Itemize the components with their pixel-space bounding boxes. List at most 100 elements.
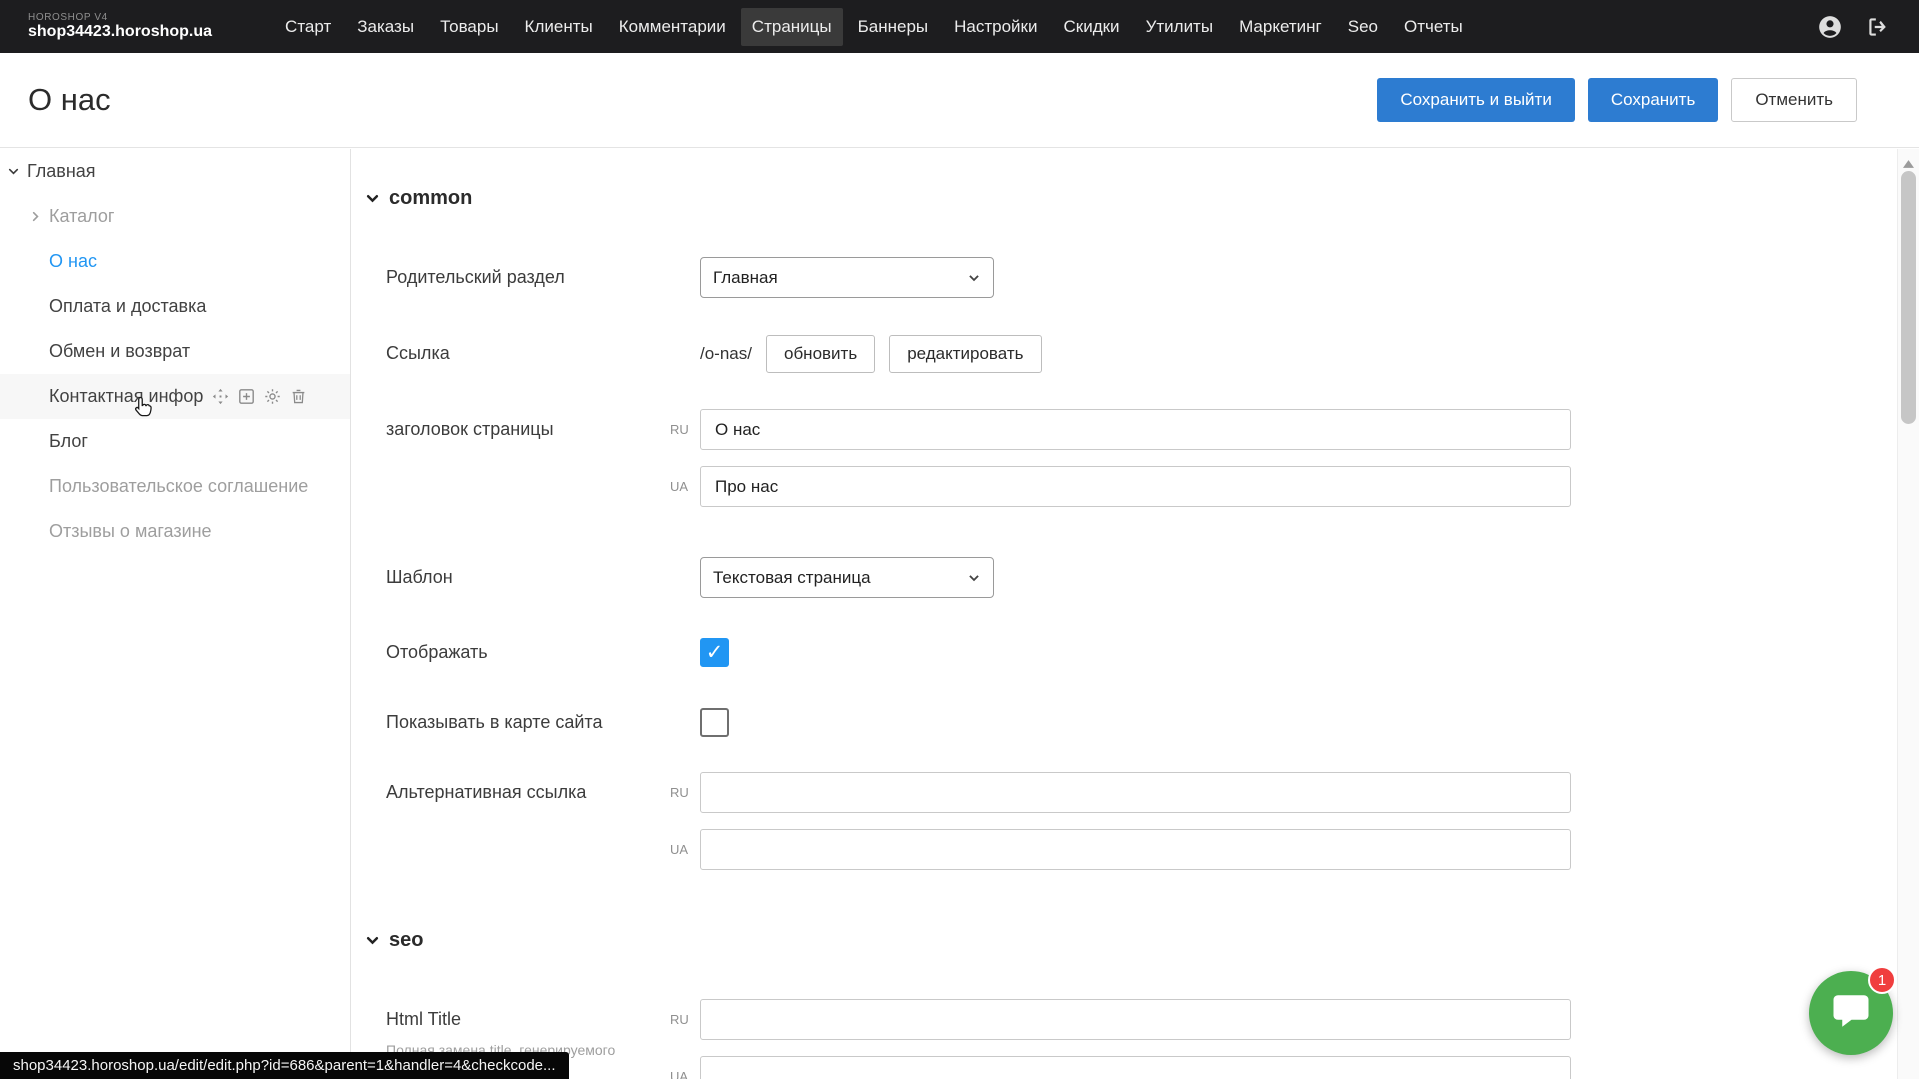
section-common-label: common: [389, 187, 472, 210]
page-title-ua-input[interactable]: [700, 466, 1571, 507]
template-label: Шаблон: [386, 557, 700, 598]
chevron-down-icon: [967, 571, 981, 585]
display-checkbox[interactable]: ✓: [700, 638, 729, 667]
sidebar-item-obmen-vozvrat[interactable]: Обмен и возврат: [0, 329, 350, 374]
parent-section-select[interactable]: Главная: [700, 257, 994, 298]
vertical-scrollbar[interactable]: [1897, 149, 1919, 1079]
sidebar-item-o-nas[interactable]: О нас: [0, 239, 350, 284]
main-menu: Старт Заказы Товары Клиенты Комментарии …: [274, 8, 1474, 46]
lang-tag-ua: UA: [670, 1056, 700, 1079]
html-title-label: Html Title: [386, 999, 670, 1040]
tree-item-label: Отзывы о магазине: [49, 521, 212, 542]
sitemap-row: Показывать в карте сайта ✓: [386, 707, 1897, 737]
sidebar-item-oplata-dostavka[interactable]: Оплата и доставка: [0, 284, 350, 329]
nav-item-products[interactable]: Товары: [429, 8, 509, 46]
logout-icon[interactable]: [1865, 14, 1891, 40]
lang-tag-ua: UA: [670, 829, 700, 870]
header-actions: Сохранить и выйти Сохранить Отменить: [1377, 78, 1857, 122]
page-title-row: заголовок страницы RU UA: [386, 409, 1897, 507]
brand-domain: shop34423.horoshop.ua: [28, 23, 212, 41]
trash-icon[interactable]: [290, 388, 307, 405]
page-header: О нас Сохранить и выйти Сохранить Отмени…: [0, 53, 1919, 148]
sitemap-label: Показывать в карте сайта: [386, 707, 700, 737]
html-title-ua-input[interactable]: [700, 1056, 1571, 1079]
save-button[interactable]: Сохранить: [1588, 78, 1718, 122]
nav-item-orders[interactable]: Заказы: [346, 8, 425, 46]
nav-item-settings[interactable]: Настройки: [943, 8, 1048, 46]
section-seo[interactable]: seo: [365, 927, 1897, 953]
chat-bubble-icon: [1830, 990, 1872, 1037]
section-common[interactable]: common: [365, 185, 1897, 211]
status-url-text: shop34423.horoshop.ua/edit/edit.php?id=6…: [13, 1057, 556, 1074]
gear-icon[interactable]: [264, 388, 281, 405]
plus-square-icon[interactable]: [238, 388, 255, 405]
html-title-label-block: Html Title Полная замена title, генериру…: [386, 999, 670, 1059]
tree-item-label: Оплата и доставка: [49, 296, 206, 317]
tree-item-label: О нас: [49, 251, 97, 272]
chevron-down-icon: [7, 165, 20, 178]
alt-link-ru-input[interactable]: [700, 772, 1571, 813]
chat-unread-badge: 1: [1868, 966, 1896, 994]
page-edit-form: common Родительский раздел Главная Ссылк…: [352, 149, 1897, 1079]
nav-item-seo[interactable]: Seo: [1337, 8, 1389, 46]
chevron-down-icon: [365, 191, 380, 206]
link-row: Ссылка /o-nas/ обновить редактировать: [386, 333, 1897, 374]
link-refresh-button[interactable]: обновить: [766, 335, 875, 373]
chevron-down-icon: [967, 271, 981, 285]
brand-logo[interactable]: HOROSHOP V4 shop34423.horoshop.ua: [28, 12, 212, 42]
nav-item-start[interactable]: Старт: [274, 8, 342, 46]
alt-link-label: Альтернативная ссылка: [386, 772, 670, 813]
sidebar-item-kontaktnaya-informatsiya[interactable]: Контактная инфор: [0, 374, 350, 419]
tree-item-label: Обмен и возврат: [49, 341, 190, 362]
nav-item-discounts[interactable]: Скидки: [1052, 8, 1130, 46]
tree-item-label: Главная: [27, 161, 96, 182]
nav-item-marketing[interactable]: Маркетинг: [1228, 8, 1333, 46]
sidebar-item-glavnaya[interactable]: Главная: [0, 149, 350, 194]
sidebar-item-katalog[interactable]: Каталог: [0, 194, 350, 239]
html-title-row: Html Title Полная замена title, генериру…: [386, 999, 1897, 1079]
save-and-exit-button[interactable]: Сохранить и выйти: [1377, 78, 1574, 122]
move-icon[interactable]: [212, 388, 229, 405]
template-value: Текстовая страница: [713, 568, 871, 588]
page-title-label: заголовок страницы: [386, 409, 670, 450]
page-title: О нас: [28, 82, 111, 118]
section-seo-label: seo: [389, 929, 423, 952]
display-label: Отображать: [386, 637, 700, 667]
nav-item-comments[interactable]: Комментарии: [608, 8, 737, 46]
chevron-right-icon: [29, 210, 42, 223]
nav-item-reports[interactable]: Отчеты: [1393, 8, 1474, 46]
link-path: /o-nas/: [700, 344, 752, 364]
scrollbar-thumb[interactable]: [1901, 171, 1916, 424]
lang-tag-ua: UA: [670, 466, 700, 507]
alt-link-ua-input[interactable]: [700, 829, 1571, 870]
navbar-right: [1817, 14, 1891, 40]
nav-item-clients[interactable]: Клиенты: [514, 8, 604, 46]
template-row: Шаблон Текстовая страница: [386, 557, 1897, 598]
chevron-down-icon: [365, 933, 380, 948]
account-icon[interactable]: [1817, 14, 1843, 40]
nav-item-pages[interactable]: Страницы: [741, 8, 843, 46]
alt-link-row: Альтернативная ссылка RU UA: [386, 772, 1897, 870]
lang-tag-ru: RU: [670, 409, 700, 450]
sidebar-item-blog[interactable]: Блог: [0, 419, 350, 464]
html-title-ru-input[interactable]: [700, 999, 1571, 1040]
display-row: Отображать ✓: [386, 637, 1897, 667]
sidebar-item-otzyvy[interactable]: Отзывы о магазине: [0, 509, 350, 554]
tree-item-label: Блог: [49, 431, 88, 452]
link-edit-button[interactable]: редактировать: [889, 335, 1041, 373]
cancel-button[interactable]: Отменить: [1731, 78, 1857, 122]
sidebar-item-soglashenie[interactable]: Пользовательское соглашение: [0, 464, 350, 509]
nav-item-banners[interactable]: Баннеры: [847, 8, 940, 46]
template-select[interactable]: Текстовая страница: [700, 557, 994, 598]
top-navbar: HOROSHOP V4 shop34423.horoshop.ua Старт …: [0, 0, 1919, 53]
browser-status-bar: shop34423.horoshop.ua/edit/edit.php?id=6…: [0, 1052, 569, 1079]
chat-widget-button[interactable]: 1: [1809, 971, 1893, 1055]
parent-section-label: Родительский раздел: [386, 257, 700, 298]
page-title-ru-input[interactable]: [700, 409, 1571, 450]
brand-version: HOROSHOP V4: [28, 12, 212, 24]
tree-item-label: Каталог: [49, 206, 114, 227]
sitemap-checkbox[interactable]: ✓: [700, 708, 729, 737]
tree-item-label: Пользовательское соглашение: [49, 476, 308, 497]
pages-tree-sidebar: Главная Каталог О нас Оплата и доставка …: [0, 149, 351, 1079]
nav-item-utilities[interactable]: Утилиты: [1135, 8, 1225, 46]
